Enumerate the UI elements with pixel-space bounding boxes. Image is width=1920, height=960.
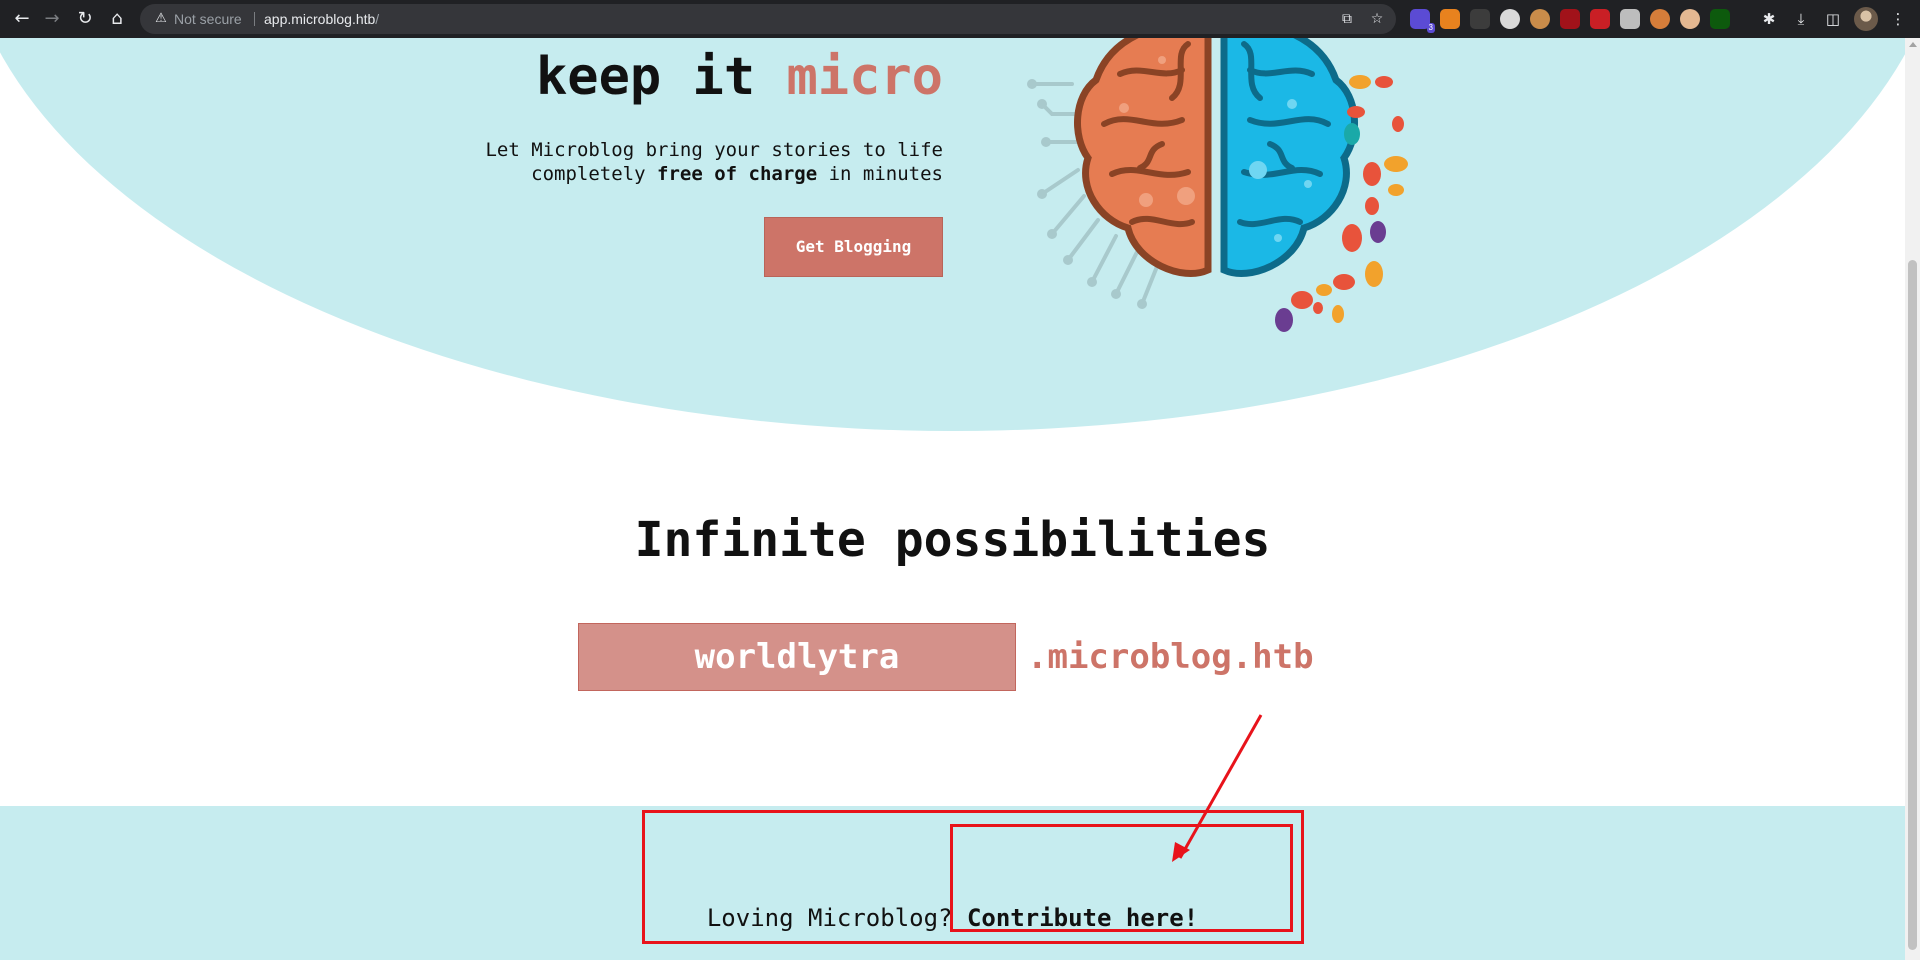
face-extension-icon[interactable]: [1680, 9, 1700, 29]
address-divider: [254, 12, 255, 26]
extensions-puzzle-icon[interactable]: ✱: [1757, 7, 1781, 31]
side-panel-icon[interactable]: ◫: [1821, 7, 1845, 31]
address-bar[interactable]: ⚠ Not secure app.microblog.htb/ ⧉ ☆: [140, 4, 1396, 34]
wappalyzer-icon[interactable]: [1590, 9, 1610, 29]
url-path: /: [375, 11, 380, 27]
download-icon[interactable]: ⤓: [1789, 7, 1813, 31]
bookmark-star-icon[interactable]: ☆: [1366, 8, 1388, 30]
profile-avatar[interactable]: [1854, 7, 1878, 31]
hat-extension-icon[interactable]: [1470, 9, 1490, 29]
cookie-editor-icon[interactable]: [1530, 9, 1550, 29]
annotation-arrow: [1172, 714, 1263, 862]
cookie-white-icon[interactable]: [1500, 9, 1520, 29]
scroll-up-arrow-icon[interactable]: [1909, 42, 1917, 47]
ublock-icon[interactable]: [1560, 9, 1580, 29]
green-extension-icon[interactable]: [1710, 9, 1730, 29]
extension-badge: 3: [1426, 23, 1435, 33]
forward-icon[interactable]: →: [38, 5, 66, 33]
extension-purple-icon[interactable]: 3: [1410, 9, 1435, 33]
scroll-thumb[interactable]: [1908, 260, 1917, 950]
page-viewport: keep it micro Let Microblog bring your s…: [0, 38, 1905, 960]
warning-icon[interactable]: ⚠: [152, 10, 170, 28]
url-host: app.microblog.htb: [264, 11, 376, 27]
menu-kebab-icon[interactable]: ⋮: [1886, 7, 1910, 31]
browser-toolbar: ← → ↻ ⌂ ⚠ Not secure app.microblog.htb/ …: [0, 0, 1920, 38]
metamask-fox-icon[interactable]: [1440, 9, 1460, 29]
home-icon[interactable]: ⌂: [103, 5, 131, 33]
share-icon[interactable]: ⧉: [1336, 8, 1358, 30]
url-text[interactable]: app.microblog.htb/: [264, 4, 379, 34]
clipboard-icon[interactable]: [1620, 9, 1640, 29]
annotation-arrow-line: [1178, 714, 1263, 859]
page-scrollbar[interactable]: [1905, 38, 1920, 960]
back-icon[interactable]: ←: [8, 5, 36, 33]
security-label[interactable]: Not secure: [174, 4, 242, 34]
cookie-orange-icon[interactable]: [1650, 9, 1670, 29]
reload-icon[interactable]: ↻: [71, 5, 99, 33]
